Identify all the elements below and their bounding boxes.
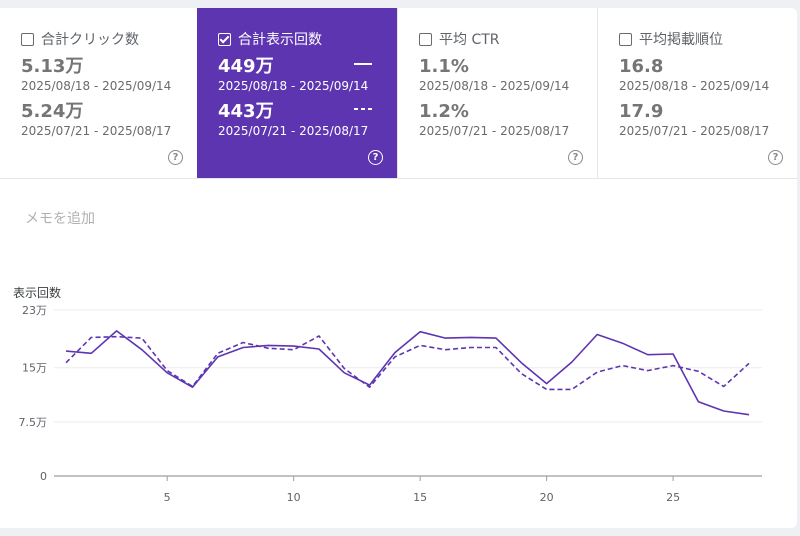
x-tick-label: 10 bbox=[287, 491, 301, 504]
series-line-current bbox=[65, 330, 750, 416]
impressions-chart: 0 7.5万 15万 23万 5 10 15 20 25 bbox=[19, 304, 762, 504]
x-tick-label: 5 bbox=[164, 491, 171, 504]
y-tick-label: 15万 bbox=[22, 362, 47, 375]
y-tick-label: 23万 bbox=[22, 304, 47, 317]
performance-card: 合計クリック数 5.13万 2025/08/18 - 2025/09/14 5.24万… bbox=[0, 8, 797, 528]
x-tick-label: 15 bbox=[413, 491, 427, 504]
x-tick-label: 20 bbox=[540, 491, 554, 504]
y-tick-label: 0 bbox=[40, 470, 47, 483]
series-line-previous bbox=[65, 335, 750, 391]
y-tick-label: 7.5万 bbox=[19, 416, 48, 429]
x-tick-label: 25 bbox=[666, 491, 680, 504]
